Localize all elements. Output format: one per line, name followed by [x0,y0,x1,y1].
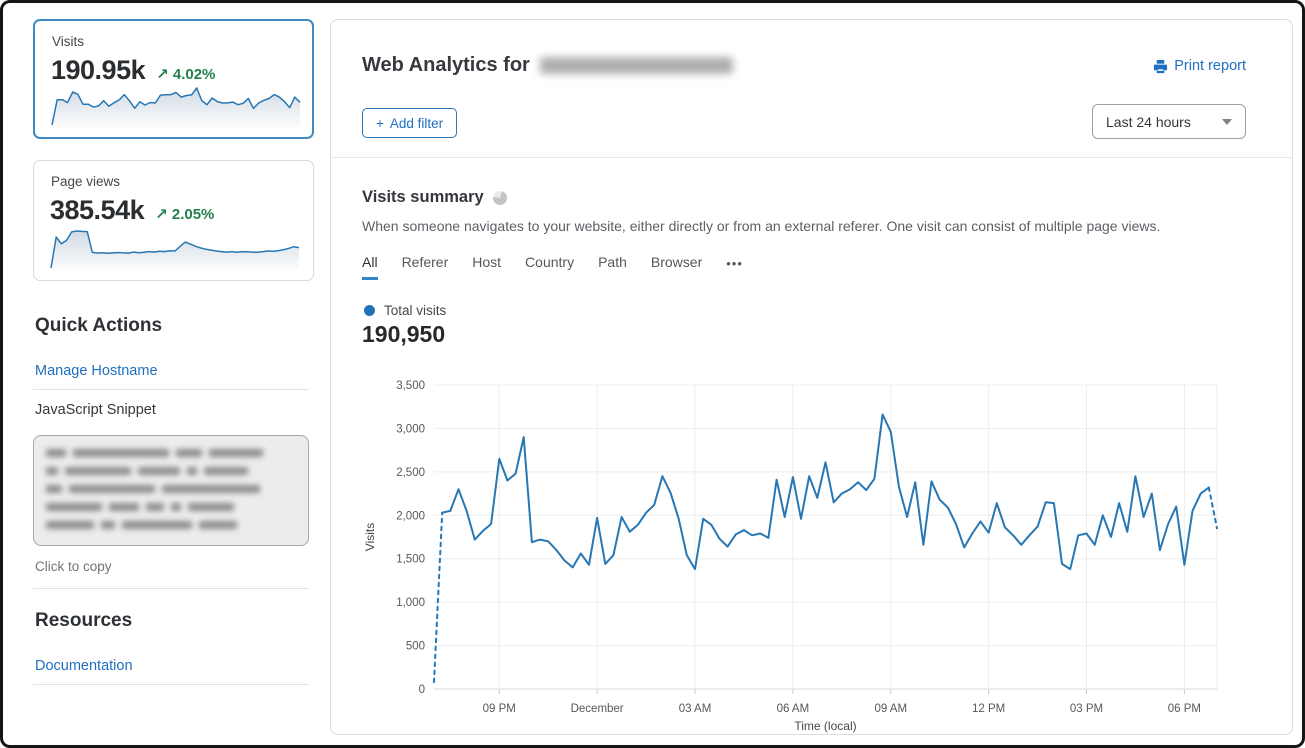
up-arrow-icon: ↗ [155,206,168,223]
printer-icon [1153,59,1168,74]
visits-summary-header: Visits summary [362,188,507,207]
more-tabs-button[interactable]: ••• [726,254,743,280]
total-visits-value: 190,950 [362,321,445,348]
click-to-copy-hint: Click to copy [35,559,112,574]
svg-text:0: 0 [419,684,425,696]
svg-text:06 PM: 06 PM [1168,703,1201,715]
legend-dot-icon [364,305,375,316]
chart-legend: Total visits [364,303,446,318]
tab-referer[interactable]: Referer [402,254,449,280]
visits-line-chart: 0 500 1,000 1,500 2,000 2,500 3,000 3,500 09 PM D… [362,376,1242,740]
quick-actions-heading: Quick Actions [35,315,162,337]
svg-text:2,000: 2,000 [396,510,425,522]
print-report-label: Print report [1174,58,1246,74]
svg-text:3,000: 3,000 [396,423,425,435]
visits-value: 190.95k [51,55,145,86]
add-filter-button[interactable]: + Add filter [362,108,457,138]
visits-card-label: Visits [52,34,84,49]
manage-hostname-link[interactable]: Manage Hostname [35,363,158,379]
svg-text:12 PM: 12 PM [972,703,1005,715]
analytics-main-panel: Web Analytics for Print report + Add fil… [330,19,1293,735]
pageviews-metric-card[interactable]: Page views 385.54k ↗ 2.05% [33,160,314,281]
pageviews-delta: ↗ 2.05% [155,205,214,223]
svg-text:1,000: 1,000 [396,597,425,609]
page-title: Web Analytics for [362,54,530,77]
time-range-select[interactable]: Last 24 hours [1092,104,1246,139]
svg-text:Visits: Visits [363,523,377,551]
tab-all[interactable]: All [362,254,378,280]
js-snippet-label: JavaScript Snippet [35,402,156,418]
visits-delta: ↗ 4.02% [156,65,215,83]
svg-text:Time (local): Time (local) [794,719,856,733]
visits-summary-title: Visits summary [362,188,484,207]
pie-chart-icon [493,191,507,205]
resources-heading: Resources [35,610,132,632]
redacted-code-snippet [46,449,296,539]
svg-text:03 PM: 03 PM [1070,703,1103,715]
svg-text:2,500: 2,500 [396,467,425,479]
legend-label: Total visits [384,303,446,318]
pageviews-card-label: Page views [51,174,120,189]
visits-summary-description: When someone navigates to your website, … [362,218,1160,234]
svg-text:500: 500 [406,641,425,653]
pageviews-delta-value: 2.05% [172,206,215,223]
visits-metric-card[interactable]: Visits 190.95k ↗ 4.02% [33,19,314,139]
header-divider [331,157,1292,158]
svg-text:09 AM: 09 AM [874,703,907,715]
plus-icon: + [376,116,384,131]
svg-text:06 AM: 06 AM [777,703,810,715]
tab-path[interactable]: Path [598,254,627,280]
js-snippet-copy-box[interactable] [33,435,309,546]
time-range-value: Last 24 hours [1106,114,1191,130]
divider [33,588,309,589]
svg-text:3,500: 3,500 [396,380,425,392]
page-title-row: Web Analytics for [362,54,733,77]
divider [33,684,309,685]
pageviews-value: 385.54k [50,195,144,226]
redacted-site-domain [540,57,733,74]
pageviews-sparkline-chart [50,229,300,271]
visits-delta-value: 4.02% [173,66,216,83]
svg-text:December: December [571,703,624,715]
summary-tab-bar: All Referer Host Country Path Browser ••… [362,254,743,280]
svg-text:1,500: 1,500 [396,554,425,566]
documentation-link[interactable]: Documentation [35,658,133,674]
print-report-button[interactable]: Print report [1153,58,1246,74]
tab-host[interactable]: Host [472,254,501,280]
visits-value-row: 190.95k ↗ 4.02% [51,55,215,86]
visits-sparkline-chart [51,86,301,128]
divider [33,389,309,390]
add-filter-label: Add filter [390,116,443,131]
tab-browser[interactable]: Browser [651,254,702,280]
up-arrow-icon: ↗ [156,66,169,83]
app-window: Visits 190.95k ↗ 4.02% Page views 385.54… [0,0,1305,748]
chevron-down-icon [1222,119,1232,125]
tab-country[interactable]: Country [525,254,574,280]
pageviews-value-row: 385.54k ↗ 2.05% [50,195,214,226]
svg-text:03 AM: 03 AM [679,703,712,715]
svg-text:09 PM: 09 PM [483,703,516,715]
